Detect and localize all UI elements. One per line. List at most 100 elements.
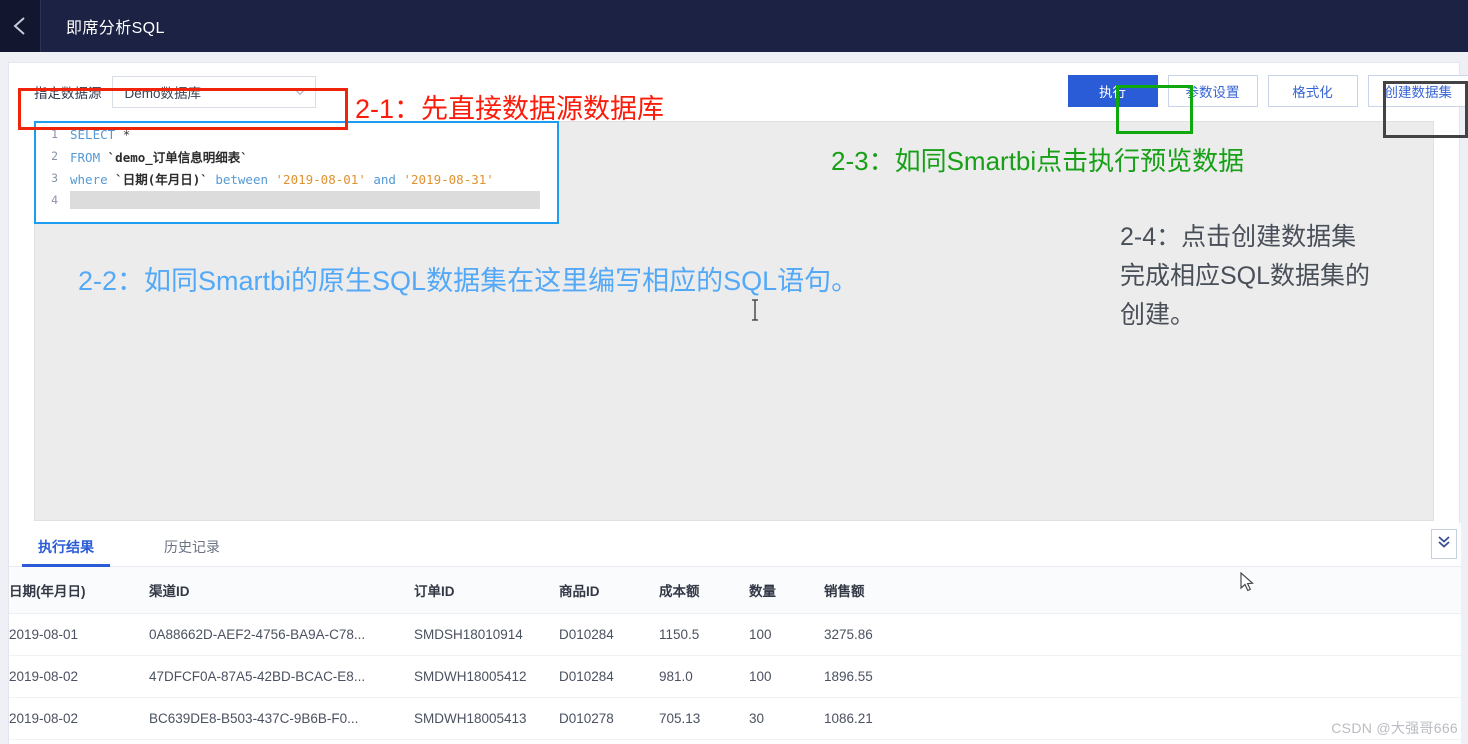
sql-space	[100, 150, 108, 165]
sql-string-literal: '2019-08-01'	[275, 171, 366, 187]
sql-operator	[115, 127, 123, 142]
result-tabs: 执行结果 历史记录	[9, 523, 1461, 567]
cell-order: SMDBJ18003474	[414, 739, 559, 744]
column-header-date[interactable]: 日期(年月日)	[9, 567, 149, 614]
double-chevron-down-icon	[1436, 534, 1452, 555]
datasource-value: Demo数据库	[124, 86, 202, 101]
datasource-group: 指定数据源 Demo数据库	[34, 76, 316, 108]
code-text	[70, 191, 540, 209]
header-title-container: 即席分析SQL	[40, 0, 1468, 52]
collapse-panel-button[interactable]	[1431, 529, 1457, 559]
table-row[interactable]: 2019-08-02 47DFCF0A-87A5-42BD-BCAC-E8...…	[9, 655, 1461, 698]
tab-execution-result[interactable]: 执行结果	[22, 537, 110, 567]
code-line: 2 FROM `demo_订单信息明细表`	[36, 145, 557, 167]
cell-filler	[944, 655, 1461, 698]
annotation-text-2: 2-2：如同Smartbi的原生SQL数据集在这里编写相应的SQL语句。	[78, 266, 859, 296]
cell-quantity: 30	[749, 697, 824, 740]
column-header-product[interactable]: 商品ID	[559, 567, 659, 614]
cell-sales: 1896.55	[824, 655, 944, 698]
annotation-text-1: 2-1：先直接数据源数据库	[355, 94, 665, 124]
cell-filler	[944, 613, 1461, 656]
mouse-pointer-icon	[1240, 571, 1256, 599]
chevron-down-icon	[293, 83, 306, 101]
column-header-quantity[interactable]: 数量	[749, 567, 824, 614]
page-body: 指定数据源 Demo数据库 执行 参数设置 格式化 创建数据集 1 SELECT…	[0, 52, 1468, 744]
table-row[interactable]: 2019-08-01 0A88662D-AEF2-4756-BA9A-C78..…	[9, 613, 1461, 656]
column-header-order[interactable]: 订单ID	[414, 567, 559, 614]
annotation-text-4: 2-4：点击创建数据集 完成相应SQL数据集的 创建。	[1120, 218, 1370, 335]
cell-product: D010278	[559, 697, 659, 740]
datasource-label: 指定数据源	[34, 86, 102, 101]
sql-string-literal: '2019-08-31'	[403, 171, 494, 187]
line-number: 4	[51, 193, 58, 207]
cell-cost: 565.85	[659, 739, 749, 744]
code-text: where `日期(年月日)` between '2019-08-01' and…	[70, 169, 494, 188]
cell-order: SMDWH18005412	[414, 655, 559, 698]
create-dataset-button[interactable]: 创建数据集	[1367, 75, 1468, 107]
format-button[interactable]: 格式化	[1267, 75, 1358, 107]
annotation-text-4-line3: 创建。	[1120, 301, 1196, 329]
cell-sales: 1086.21	[824, 697, 944, 740]
cell-cost: 705.13	[659, 697, 749, 740]
cell-quantity: 100	[749, 655, 824, 698]
toolbar: 指定数据源 Demo数据库 执行 参数设置 格式化 创建数据集	[9, 63, 1468, 121]
annotation-text-4-line1: 2-4：点击创建数据集	[1120, 223, 1357, 251]
cell-channel: BC639DE8-B503-437C-9B6B-F0...	[149, 697, 414, 740]
cell-date: 2019-08-02	[9, 697, 149, 740]
cell-product: D010284	[559, 739, 659, 744]
sql-space	[268, 172, 276, 187]
line-number: 1	[51, 127, 58, 141]
cell-order: SMDWH18005413	[414, 697, 559, 740]
cell-channel: 0A88662D-AEF2-4756-BA9A-C78...	[149, 613, 414, 656]
cell-channel: 0A88662D-AEF2-4756-BA9A-C78...	[149, 739, 414, 744]
sql-keyword: SELECT	[70, 126, 116, 142]
parameter-settings-button[interactable]: 参数设置	[1167, 75, 1258, 107]
sql-keyword: FROM	[70, 149, 101, 165]
cell-quantity: 100	[749, 613, 824, 656]
code-line: 4	[36, 189, 557, 211]
sql-between-keyword: between	[215, 171, 268, 187]
cell-date: 2019-08-02	[9, 739, 149, 744]
sql-keyword: where	[70, 171, 108, 187]
cell-sales: 1724.14	[824, 739, 944, 744]
datasource-select[interactable]: Demo数据库	[111, 76, 316, 108]
table-body: 2019-08-01 0A88662D-AEF2-4756-BA9A-C78..…	[9, 613, 1461, 744]
cell-product: D010284	[559, 613, 659, 656]
app-header: 即席分析SQL	[0, 0, 1468, 52]
column-header-sales[interactable]: 销售额	[824, 567, 944, 614]
line-number: 2	[51, 149, 58, 163]
cell-cost: 1150.5	[659, 613, 749, 656]
column-header-filler	[944, 567, 1461, 614]
cell-product: D010284	[559, 655, 659, 698]
column-header-cost[interactable]: 成本额	[659, 567, 749, 614]
column-header-channel[interactable]: 渠道ID	[149, 567, 414, 614]
sql-star: *	[122, 126, 131, 142]
cell-filler	[944, 739, 1461, 744]
cell-channel: 47DFCF0A-87A5-42BD-BCAC-E8...	[149, 655, 414, 698]
page-title: 即席分析SQL	[66, 20, 165, 37]
text-cursor-icon	[750, 298, 760, 327]
code-line: 3 where `日期(年月日)` between '2019-08-01' a…	[36, 167, 557, 189]
code-line: 1 SELECT *	[36, 123, 557, 145]
cell-order: SMDSH18010914	[414, 613, 559, 656]
sql-identifier: `demo_订单信息明细表`	[107, 149, 248, 165]
cell-quantity: 50	[749, 739, 824, 744]
table-row[interactable]: 2019-08-02 BC639DE8-B503-437C-9B6B-F0...…	[9, 697, 1461, 740]
cell-date: 2019-08-01	[9, 613, 149, 656]
back-button[interactable]	[0, 0, 40, 52]
watermark: CSDN @大强哥666	[1331, 720, 1458, 736]
sql-code-editor[interactable]: 1 SELECT * 2 FROM `demo_订单信息明细表` 3 where…	[34, 121, 559, 224]
code-text: SELECT *	[70, 127, 130, 142]
table-row[interactable]: 2019-08-02 0A88662D-AEF2-4756-BA9A-C78..…	[9, 739, 1461, 744]
execute-button[interactable]: 执行	[1067, 75, 1158, 107]
sql-identifier: `日期(年月日)`	[115, 171, 208, 187]
annotation-text-3: 2-3：如同Smartbi点击执行预览数据	[831, 146, 1245, 176]
tab-history[interactable]: 历史记录	[160, 537, 224, 566]
cell-date: 2019-08-02	[9, 655, 149, 698]
sql-and-keyword: and	[373, 171, 396, 187]
code-text: FROM `demo_订单信息明细表`	[70, 147, 248, 166]
toolbar-buttons: 执行 参数设置 格式化 创建数据集	[1067, 75, 1468, 107]
annotation-text-4-line2: 完成相应SQL数据集的	[1120, 262, 1371, 290]
cell-sales: 3275.86	[824, 613, 944, 656]
line-number: 3	[51, 171, 58, 185]
